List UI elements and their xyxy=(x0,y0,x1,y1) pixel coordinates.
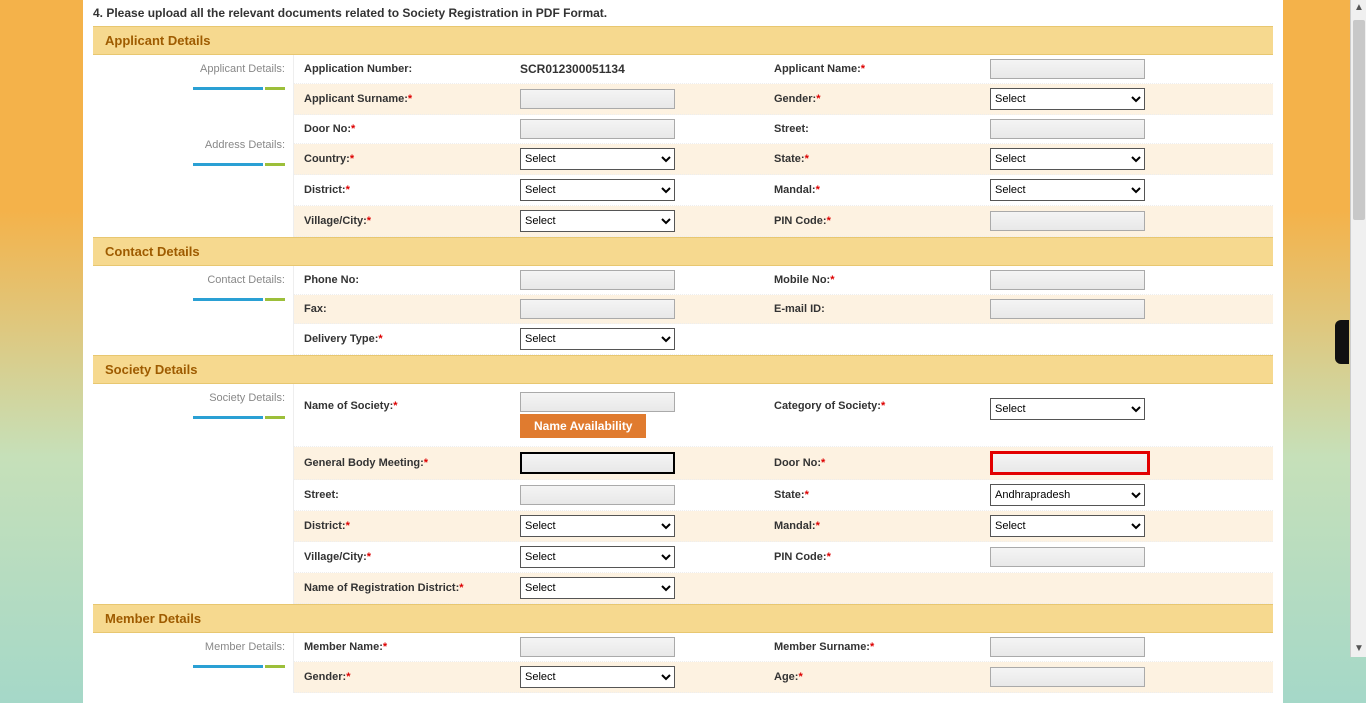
label-pin: PIN Code:* xyxy=(764,211,984,231)
input-soc-street[interactable] xyxy=(520,485,675,505)
scroll-down-icon[interactable]: ▼ xyxy=(1351,641,1366,657)
label-village: Village/City:* xyxy=(294,211,514,231)
select-soc-village[interactable]: Select xyxy=(520,546,675,568)
select-soc-state[interactable]: Andhrapradesh xyxy=(990,484,1145,506)
label-soc-state: State:* xyxy=(764,485,984,505)
label-category: Category of Society:* xyxy=(764,390,984,416)
label-soc-pin: PIN Code:* xyxy=(764,547,984,567)
label-surname: Applicant Surname:* xyxy=(294,89,514,109)
select-soc-district[interactable]: Select xyxy=(520,515,675,537)
input-member-surname[interactable] xyxy=(990,637,1145,657)
input-member-name[interactable] xyxy=(520,637,675,657)
value-app-number: SCR012300051134 xyxy=(520,62,625,76)
name-availability-button[interactable]: Name Availability xyxy=(520,414,646,438)
browser-scrollbar[interactable]: ▲ ▼ xyxy=(1350,0,1366,657)
select-village[interactable]: Select xyxy=(520,210,675,232)
select-mandal[interactable]: Select xyxy=(990,179,1145,201)
society-side-label: Society Details: xyxy=(209,392,285,408)
contact-section-header: Contact Details xyxy=(93,237,1273,266)
select-reg-district[interactable]: Select xyxy=(520,577,675,599)
label-soc-door: Door No:* xyxy=(764,453,984,473)
label-member-age: Age:* xyxy=(764,667,984,687)
society-section-header: Society Details xyxy=(93,355,1273,384)
address-side-label: Address Details: xyxy=(205,139,285,155)
select-delivery[interactable]: Select xyxy=(520,328,675,350)
select-gender[interactable]: Select xyxy=(990,88,1145,110)
scroll-thumb[interactable] xyxy=(1353,20,1365,220)
label-soc-mandal: Mandal:* xyxy=(764,516,984,536)
label-society-name: Name of Society:* xyxy=(294,390,514,416)
select-category[interactable]: Select xyxy=(990,398,1145,420)
label-street: Street: xyxy=(764,119,984,139)
input-fax[interactable] xyxy=(520,299,675,319)
input-soc-door[interactable] xyxy=(990,451,1150,475)
member-side-label: Member Details: xyxy=(205,641,285,657)
input-surname[interactable] xyxy=(520,89,675,109)
label-reg-district: Name of Registration District:* xyxy=(294,578,514,598)
label-district: District:* xyxy=(294,180,514,200)
input-door[interactable] xyxy=(520,119,675,139)
label-member-surname: Member Surname:* xyxy=(764,637,984,657)
contact-side-label: Contact Details: xyxy=(207,274,285,290)
input-soc-pin[interactable] xyxy=(990,547,1145,567)
applicant-side-label: Applicant Details: xyxy=(200,63,285,79)
input-street[interactable] xyxy=(990,119,1145,139)
select-soc-mandal[interactable]: Select xyxy=(990,515,1145,537)
label-member-gender: Gender:* xyxy=(294,667,514,687)
label-member-name: Member Name:* xyxy=(294,637,514,657)
feedback-tab[interactable] xyxy=(1335,320,1349,364)
member-section-header: Member Details xyxy=(93,604,1273,633)
label-fax: Fax: xyxy=(294,299,514,319)
label-country: Country:* xyxy=(294,149,514,169)
label-gender: Gender:* xyxy=(764,89,984,109)
label-email: E-mail ID: xyxy=(764,299,984,319)
label-soc-village: Village/City:* xyxy=(294,547,514,567)
input-app-name[interactable] xyxy=(990,59,1145,79)
label-mandal: Mandal:* xyxy=(764,180,984,200)
input-phone[interactable] xyxy=(520,270,675,290)
select-member-gender[interactable]: Select xyxy=(520,666,675,688)
label-phone: Phone No: xyxy=(294,270,514,290)
scroll-up-icon[interactable]: ▲ xyxy=(1351,0,1366,16)
label-mobile: Mobile No:* xyxy=(764,270,984,290)
label-soc-street: Street: xyxy=(294,485,514,505)
applicant-section-header: Applicant Details xyxy=(93,26,1273,55)
instruction-text: 4. Please upload all the relevant docume… xyxy=(93,0,1273,26)
select-district[interactable]: Select xyxy=(520,179,675,201)
input-member-age[interactable] xyxy=(990,667,1145,687)
label-delivery: Delivery Type:* xyxy=(294,329,514,349)
label-gbm: General Body Meeting:* xyxy=(294,453,514,473)
input-email[interactable] xyxy=(990,299,1145,319)
label-app-name: Applicant Name:* xyxy=(764,59,984,79)
label-door: Door No:* xyxy=(294,119,514,139)
label-app-number: Application Number: xyxy=(294,59,514,79)
input-pin[interactable] xyxy=(990,211,1145,231)
input-mobile[interactable] xyxy=(990,270,1145,290)
input-gbm[interactable] xyxy=(520,452,675,474)
select-country[interactable]: Select xyxy=(520,148,675,170)
select-state[interactable]: Select xyxy=(990,148,1145,170)
input-society-name[interactable] xyxy=(520,392,675,412)
label-state: State:* xyxy=(764,149,984,169)
label-soc-district: District:* xyxy=(294,516,514,536)
